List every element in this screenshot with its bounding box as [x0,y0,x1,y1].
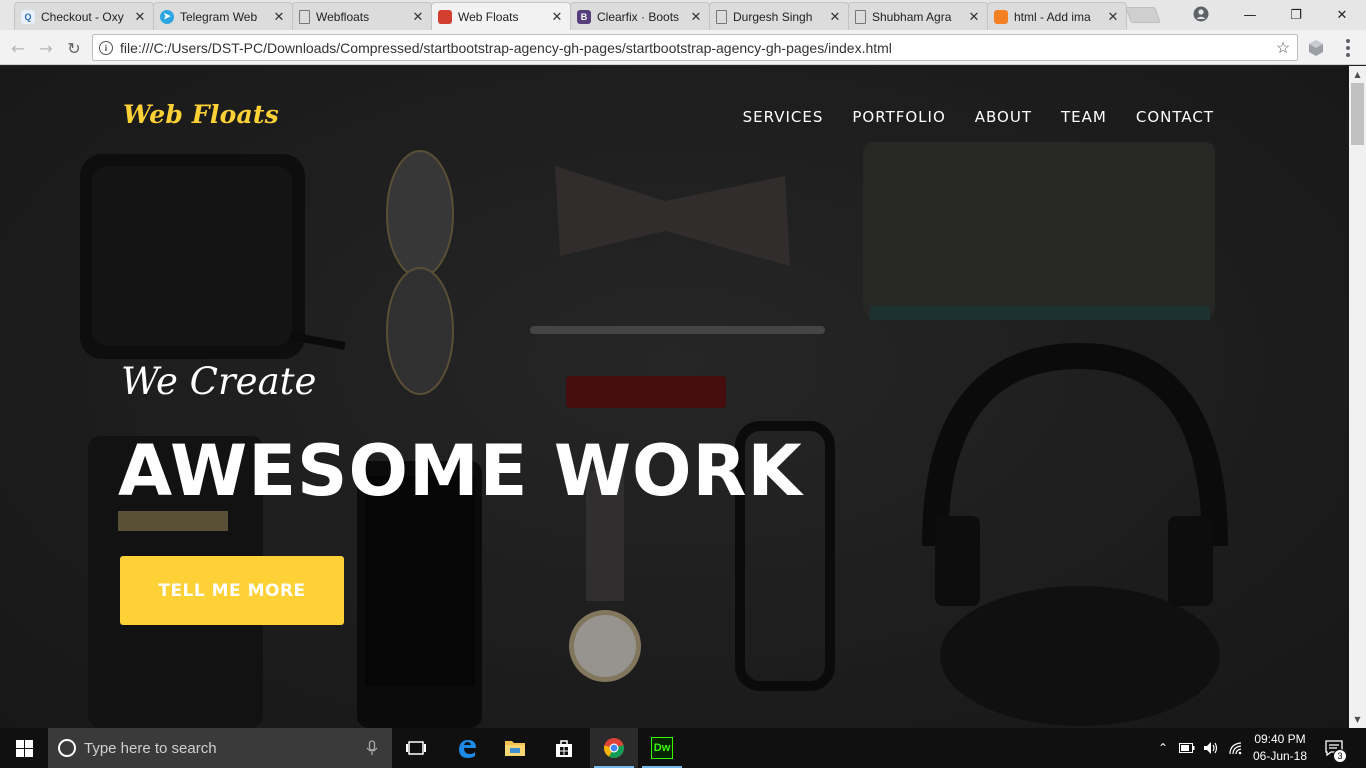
volume-icon[interactable] [1200,728,1222,768]
main-nav: SERVICES PORTFOLIO ABOUT TEAM CONTACT [743,108,1214,126]
scroll-up-arrow-icon[interactable]: ▲ [1349,66,1366,83]
browser-tab[interactable]: B Clearfix · Boots ✕ [570,2,710,30]
hero-heading: AWESOME WORK [118,430,803,512]
system-clock[interactable]: 09:40 PM 06-Jun-18 [1244,731,1316,765]
page-viewport: Web Floats SERVICES PORTFOLIO ABOUT TEAM… [0,66,1349,728]
tab-title: Shubham Agra [872,9,952,24]
tab-close-icon[interactable]: ✕ [689,9,703,25]
microphone-icon[interactable] [364,740,380,756]
nav-link-contact[interactable]: CONTACT [1136,108,1214,126]
tab-close-icon[interactable]: ✕ [550,9,564,25]
tab-strip: Q Checkout - Oxy ✕ ➤ Telegram Web ✕ Webf… [0,0,1366,31]
edge-icon[interactable] [443,728,491,768]
hero-lead-in: We Create [121,360,317,403]
windows-logo-icon [15,739,33,757]
store-icon[interactable] [540,728,588,768]
browser-tab[interactable]: Durgesh Singh ✕ [709,2,849,30]
start-button[interactable] [0,728,48,768]
browser-tab[interactable]: Q Checkout - Oxy ✕ [14,2,154,30]
nav-link-portfolio[interactable]: PORTFOLIO [852,108,945,126]
tab-favicon-icon: ➤ [160,9,174,24]
tab-favicon-icon: B [577,9,591,24]
show-hidden-icons-icon[interactable]: ⌃ [1154,728,1172,768]
nav-link-about[interactable]: ABOUT [975,108,1032,126]
url-text: file:///C:/Users/DST-PC/Downloads/Compre… [120,39,892,56]
tab-favicon-icon [994,9,1008,24]
tab-title: html - Add ima [1014,9,1091,24]
tell-me-more-button[interactable]: TELL ME MORE [120,556,344,625]
nav-link-services[interactable]: SERVICES [743,108,824,126]
profile-icon[interactable] [1193,6,1209,22]
back-button[interactable]: ← [6,36,30,60]
close-window-button[interactable]: ✕ [1319,0,1365,30]
browser-tab[interactable]: Webfloats ✕ [292,2,432,30]
tab-title: Checkout - Oxy [41,9,124,24]
tab-title: Clearfix · Boots [597,9,680,24]
site-brand[interactable]: Web Floats [123,100,279,129]
scroll-down-arrow-icon[interactable]: ▼ [1349,711,1366,728]
dreamweaver-label: Dw [651,737,673,759]
clock-date: 06-Jun-18 [1252,749,1308,763]
browser-tab-active[interactable]: Web Floats ✕ [431,2,571,31]
maximize-button[interactable]: ❐ [1273,0,1319,30]
tab-favicon-icon [716,9,727,24]
file-explorer-icon[interactable] [491,728,539,768]
minimize-button[interactable]: — [1227,0,1273,30]
hero-section: Web Floats SERVICES PORTFOLIO ABOUT TEAM… [0,66,1349,728]
reload-button[interactable]: ↻ [62,36,86,60]
tab-close-icon[interactable]: ✕ [133,9,147,25]
tab-title: Web Floats [458,10,519,24]
tab-title: Durgesh Singh [733,9,813,24]
tab-favicon-icon [438,10,452,24]
extension-icon[interactable] [1307,39,1325,57]
chrome-icon[interactable] [590,728,638,768]
tab-close-icon[interactable]: ✕ [1106,9,1120,25]
new-tab-button[interactable] [1125,7,1161,23]
clock-time: 09:40 PM [1254,732,1306,746]
browser-tab[interactable]: ➤ Telegram Web ✕ [153,2,293,30]
address-bar[interactable]: i file:///C:/Users/DST-PC/Downloads/Comp… [92,34,1298,61]
tab-close-icon[interactable]: ✕ [967,9,981,25]
page-scrollbar[interactable]: ▲ ▼ [1349,66,1366,728]
tab-close-icon[interactable]: ✕ [411,9,425,25]
tab-close-icon[interactable]: ✕ [828,9,842,25]
notification-count-badge: 3 [1333,749,1347,763]
battery-icon[interactable] [1177,728,1197,768]
dreamweaver-icon[interactable]: Dw [638,728,686,768]
tab-favicon-icon [299,9,310,24]
tab-title: Telegram Web [180,9,258,24]
search-placeholder: Type here to search [84,739,217,757]
browser-tab[interactable]: Shubham Agra ✕ [848,2,988,30]
tab-title: Webfloats [316,9,370,24]
tab-close-icon[interactable]: ✕ [272,9,286,25]
bookmark-star-icon[interactable]: ☆ [1273,38,1293,58]
browser-tab[interactable]: html - Add ima ✕ [987,2,1127,30]
network-icon[interactable] [1226,728,1246,768]
nav-link-team[interactable]: TEAM [1061,108,1107,126]
browser-toolbar: ← → ↻ i file:///C:/Users/DST-PC/Download… [0,30,1366,65]
browser-menu-icon[interactable] [1338,37,1358,59]
tab-favicon-icon [855,9,866,24]
scroll-thumb[interactable] [1351,83,1364,145]
taskbar-search[interactable]: Type here to search [48,728,392,768]
task-view-icon[interactable] [392,728,440,768]
forward-button[interactable]: → [34,36,58,60]
info-icon[interactable]: i [99,40,113,55]
cortana-icon [58,739,76,757]
tab-favicon-icon: Q [21,9,35,24]
windows-taskbar: Type here to search Dw ⌃ 09:40 PM 06-Jun… [0,728,1366,768]
